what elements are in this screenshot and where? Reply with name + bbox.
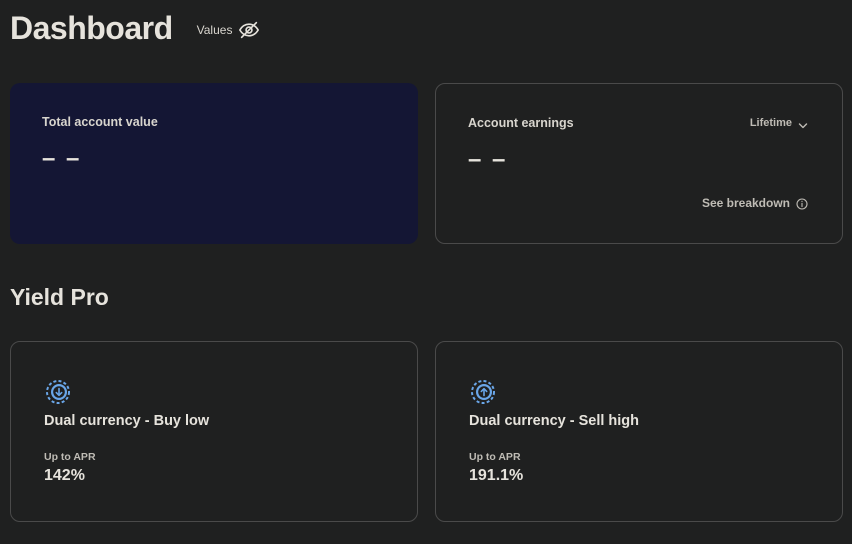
earnings-period-label: Lifetime	[749, 117, 792, 129]
total-account-value-label: Total account value	[42, 115, 158, 129]
total-account-value: – –	[42, 145, 82, 172]
page-title: Dashboard	[10, 9, 173, 46]
account-earnings-label: Account earnings	[468, 116, 574, 130]
product-name: Dual currency - Buy low	[44, 413, 210, 429]
apr-value: 191.1%	[469, 467, 524, 484]
arrow-up-circle-icon	[469, 378, 497, 406]
product-card-sell-high[interactable]: Dual currency - Sell high Up to APR 191.…	[435, 341, 843, 522]
see-breakdown-link[interactable]: See breakdown	[702, 196, 808, 210]
product-card-buy-low[interactable]: Dual currency - Buy low Up to APR 142%	[10, 341, 418, 522]
account-earnings-card: Account earnings Lifetime – – See breakd…	[435, 83, 843, 244]
info-icon[interactable]	[796, 197, 808, 210]
arrow-down-circle-icon	[44, 378, 72, 406]
apr-label: Up to APR	[44, 451, 96, 463]
eye-off-icon[interactable]	[238, 19, 260, 41]
values-visibility-toggle[interactable]: Values	[197, 19, 261, 41]
values-label: Values	[196, 23, 233, 37]
see-breakdown-label: See breakdown	[701, 196, 790, 210]
dashboard-header: Dashboard Values	[10, 8, 260, 48]
account-earnings-value: – –	[468, 146, 508, 173]
total-account-value-card: Total account value – –	[10, 83, 418, 244]
earnings-period-dropdown[interactable]: Lifetime	[750, 117, 808, 129]
chevron-down-icon	[798, 118, 808, 129]
yield-pro-title: Yield Pro	[10, 284, 109, 310]
apr-value: 142%	[44, 467, 85, 484]
apr-label: Up to APR	[469, 451, 521, 463]
product-name: Dual currency - Sell high	[469, 413, 640, 429]
